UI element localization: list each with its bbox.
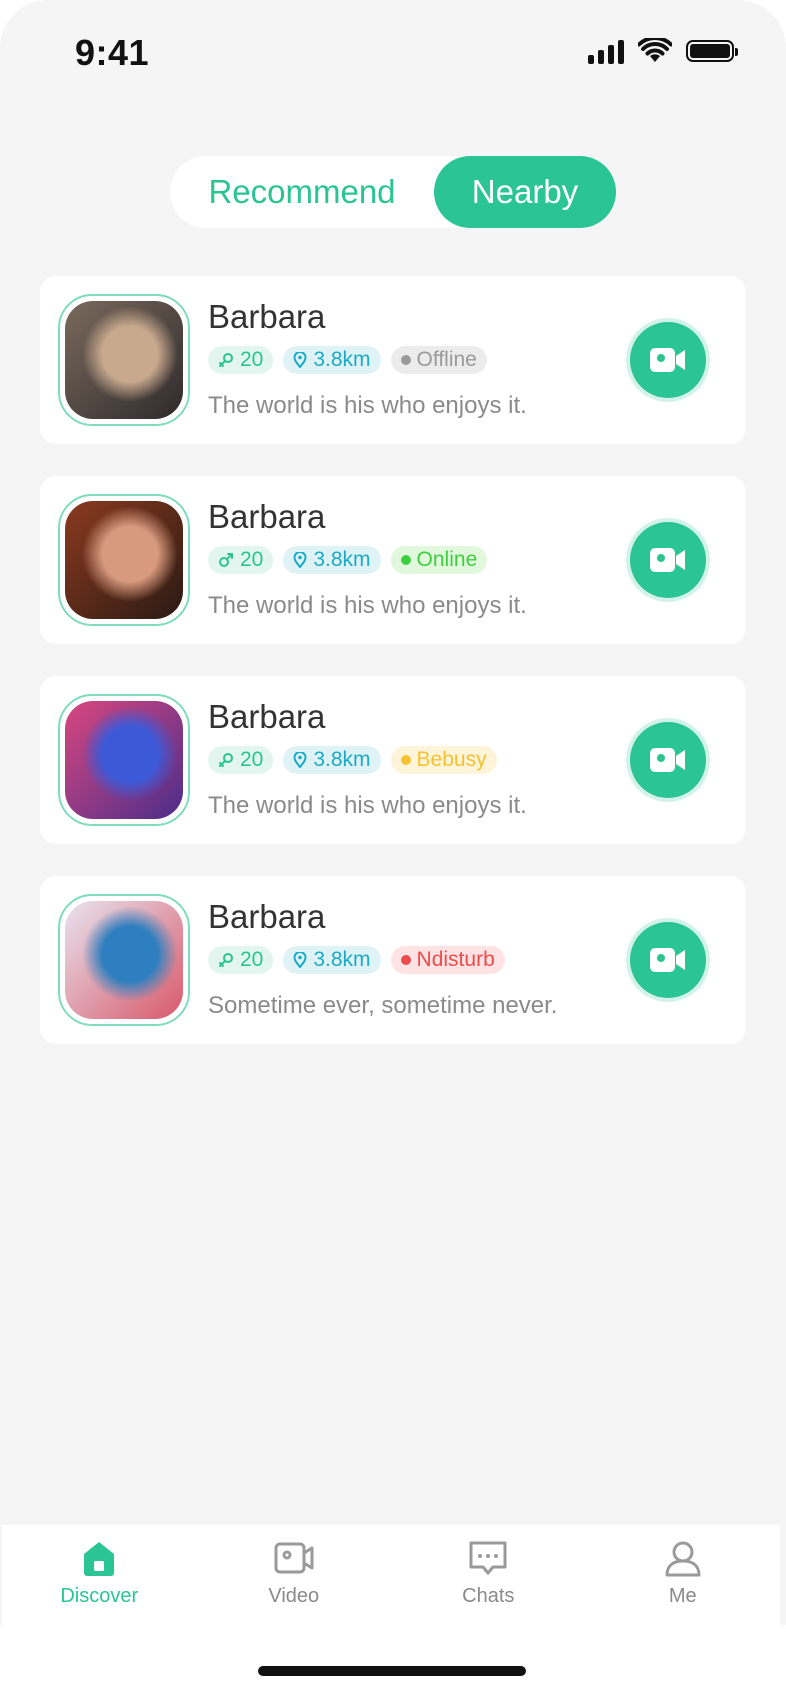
status-dot xyxy=(400,955,411,965)
user-icon xyxy=(665,1541,701,1577)
age-badge: 20 xyxy=(208,346,274,374)
home-indicator[interactable] xyxy=(258,1666,526,1676)
distance-badge: 3.8km xyxy=(283,346,381,374)
user-tags: 20 3.8km Bebusy xyxy=(208,746,497,774)
male-icon xyxy=(219,553,233,567)
video-call-button[interactable] xyxy=(630,722,706,798)
age-badge: 20 xyxy=(208,946,274,974)
user-tags: 20 3.8km Ndisturb xyxy=(208,946,505,974)
status-badge: Ndisturb xyxy=(390,946,505,974)
location-icon xyxy=(293,952,307,968)
age-value: 20 xyxy=(240,348,264,371)
bottom-nav: Discover Video Chats Me xyxy=(2,1525,780,1625)
status-dot xyxy=(400,355,411,365)
user-tags: 20 3.8km Offline xyxy=(208,346,487,374)
user-name: Barbara xyxy=(208,898,326,935)
nav-label: Chats xyxy=(462,1585,515,1607)
user-motto: Sometime ever, sometime never. xyxy=(208,992,558,1019)
video-call-button[interactable] xyxy=(630,322,706,398)
user-tags: 20 3.8km Online xyxy=(208,546,488,574)
status-text: Bebusy xyxy=(416,748,487,771)
status-badge: Offline xyxy=(390,346,487,374)
nav-label: Video xyxy=(268,1585,320,1607)
home-area xyxy=(0,1625,786,1704)
user-card[interactable]: Barbara 20 3.8km Bebusy The world is his who… xyxy=(40,676,746,844)
status-text: Online xyxy=(416,548,478,571)
status-time: 9:41 xyxy=(75,32,150,73)
video-call-icon xyxy=(650,348,685,372)
age-value: 20 xyxy=(240,948,264,971)
age-badge: 20 xyxy=(208,546,274,574)
age-value: 20 xyxy=(240,548,264,571)
nav-chats[interactable]: Chats xyxy=(391,1525,586,1625)
cellular-signal-icon xyxy=(588,38,624,64)
status-dot xyxy=(400,555,411,565)
video-call-icon xyxy=(650,548,685,572)
female-icon xyxy=(219,753,233,767)
distance-badge: 3.8km xyxy=(283,546,381,574)
avatar-photo xyxy=(65,901,183,1019)
status-dot xyxy=(400,755,411,765)
avatar[interactable] xyxy=(58,894,190,1026)
user-name: Barbara xyxy=(208,498,326,535)
video-call-button[interactable] xyxy=(630,922,706,998)
location-icon xyxy=(293,352,307,368)
tab-nearby[interactable]: Nearby xyxy=(434,156,616,228)
home-icon xyxy=(84,1542,115,1576)
wifi-icon xyxy=(638,38,672,62)
nav-label: Me xyxy=(668,1585,697,1607)
avatar[interactable] xyxy=(58,294,190,426)
tab-recommend[interactable]: Recommend xyxy=(170,156,434,228)
video-call-icon xyxy=(650,748,685,772)
status-badge: Bebusy xyxy=(390,746,497,774)
user-motto: The world is his who enjoys it. xyxy=(208,592,527,619)
nav-me[interactable]: Me xyxy=(586,1525,781,1625)
distance-value: 3.8km xyxy=(313,348,371,371)
age-value: 20 xyxy=(240,748,264,771)
status-badge: Online xyxy=(390,546,488,574)
avatar[interactable] xyxy=(58,694,190,826)
age-badge: 20 xyxy=(208,746,274,774)
user-motto: The world is his who enjoys it. xyxy=(208,392,527,419)
location-icon xyxy=(293,552,307,568)
user-name: Barbara xyxy=(208,298,326,335)
video-call-button[interactable] xyxy=(630,522,706,598)
location-icon xyxy=(293,752,307,768)
user-card[interactable]: Barbara 20 3.8km Offline The world is his wh… xyxy=(40,276,746,444)
distance-value: 3.8km xyxy=(313,948,371,971)
user-motto: The world is his who enjoys it. xyxy=(208,792,527,819)
status-text: Ndisturb xyxy=(416,948,495,971)
female-icon xyxy=(219,953,233,967)
distance-badge: 3.8km xyxy=(283,946,381,974)
status-icons xyxy=(588,38,738,64)
distance-value: 3.8km xyxy=(313,548,371,571)
user-card[interactable]: Barbara 20 3.8km Online The world is his who… xyxy=(40,476,746,644)
battery-icon xyxy=(686,40,738,62)
distance-badge: 3.8km xyxy=(283,746,381,774)
nav-discover[interactable]: Discover xyxy=(2,1525,197,1625)
user-card[interactable]: Barbara 20 3.8km Ndisturb Sometime ever, som… xyxy=(40,876,746,1044)
chat-icon xyxy=(469,1541,507,1575)
tab-switcher: Recommend Nearby xyxy=(170,156,616,228)
video-call-icon xyxy=(650,948,685,972)
status-text: Offline xyxy=(416,348,477,371)
female-icon xyxy=(219,353,233,367)
avatar[interactable] xyxy=(58,494,190,626)
nav-label: Discover xyxy=(60,1585,139,1607)
video-icon xyxy=(274,1542,314,1574)
avatar-photo xyxy=(65,501,183,619)
user-name: Barbara xyxy=(208,698,326,735)
avatar-photo xyxy=(65,701,183,819)
distance-value: 3.8km xyxy=(313,748,371,771)
nav-video[interactable]: Video xyxy=(197,1525,392,1625)
app-screen: 9:41 Recommend Nearby Barbara 20 3.8km Offl… xyxy=(0,0,786,1704)
avatar-photo xyxy=(65,301,183,419)
